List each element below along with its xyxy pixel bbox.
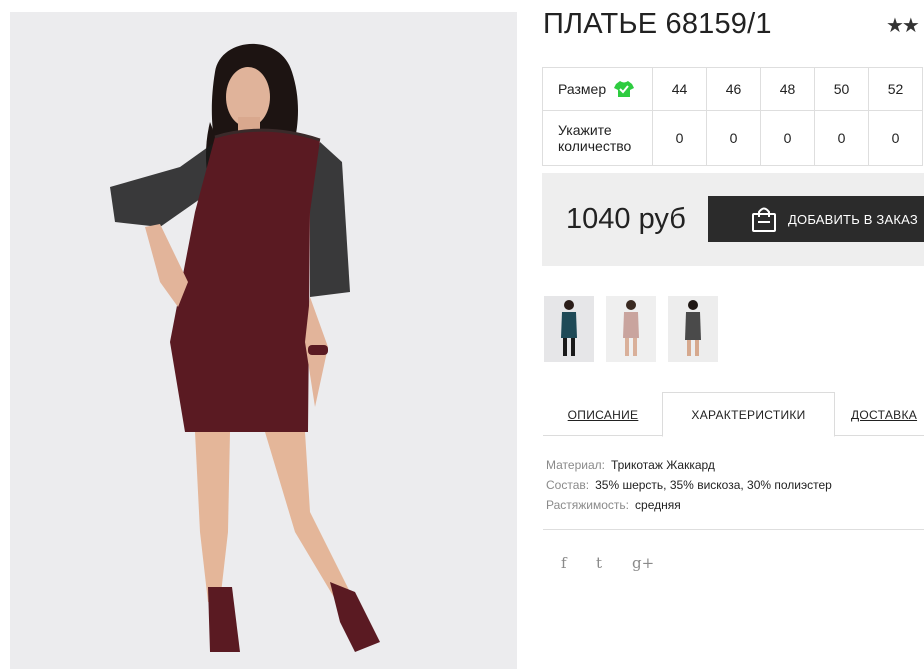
thumbnail-beige-dress[interactable] — [606, 296, 656, 362]
spec-composition: Состав: 35% шерсть, 35% вискоза, 30% поли… — [546, 475, 832, 495]
thumbnail-beige-image — [606, 296, 656, 362]
quantity-input-52[interactable]: 0 — [868, 110, 923, 166]
size-46: 46 — [706, 67, 761, 111]
size-50: 50 — [814, 67, 869, 111]
size-table: Размер 44 46 48 50 52 Укажите количество… — [542, 67, 923, 166]
thumbnail-grey-dress[interactable] — [668, 296, 718, 362]
quantity-input-48[interactable]: 0 — [760, 110, 815, 166]
product-tabs: ОПИСАНИЕ ХАРАКТЕРИСТИКИ ДОСТАВКА — [543, 392, 924, 437]
thumbnail-grey-image — [668, 296, 718, 362]
spec-composition-label: Состав: — [546, 478, 590, 492]
quantity-header-cell: Укажите количество — [542, 110, 653, 166]
tab-description-label: ОПИСАНИЕ — [567, 407, 639, 422]
size-row: Размер 44 46 48 50 52 — [542, 67, 923, 111]
spec-stretch-label: Растяжимость: — [546, 498, 630, 512]
spec-stretch-value: средняя — [635, 498, 681, 512]
size-chart-icon[interactable] — [614, 80, 635, 98]
spec-material-value: Трикотаж Жаккард — [610, 458, 715, 472]
quantity-row: Укажите количество 0 0 0 0 0 — [542, 110, 923, 166]
size-header-cell: Размер — [542, 67, 653, 111]
spec-material: Материал: Трикотаж Жаккард — [546, 455, 832, 475]
section-divider — [543, 529, 924, 530]
quantity-label-line2: количество — [558, 138, 632, 154]
googleplus-icon[interactable]: g+ — [632, 554, 654, 572]
thumbnail-blue-dress[interactable] — [544, 296, 594, 362]
quantity-input-46[interactable]: 0 — [706, 110, 761, 166]
quantity-input-44[interactable]: 0 — [652, 110, 707, 166]
tab-delivery-label: ДОСТАВКА — [851, 407, 918, 422]
size-44: 44 — [652, 67, 707, 111]
price-value: 1040 руб — [566, 203, 686, 235]
add-to-order-button[interactable]: ДОБАВИТЬ В ЗАКАЗ — [708, 196, 924, 242]
tab-delivery[interactable]: ДОСТАВКА — [851, 392, 924, 437]
spec-composition-value: 35% шерсть, 35% вискоза, 30% полиэстер — [595, 478, 832, 492]
size-label: Размер — [558, 81, 607, 97]
main-product-photo[interactable] — [10, 12, 517, 669]
dress-illustration — [10, 12, 517, 669]
spec-material-label: Материал: — [546, 458, 605, 472]
tab-characteristics-label: ХАРАКТЕРИСТИКИ — [691, 407, 806, 422]
product-title: ПЛАТЬЕ 68159/1 — [543, 8, 772, 40]
tab-characteristics[interactable]: ХАРАКТЕРИСТИКИ — [662, 392, 835, 437]
thumbnail-blue-image — [544, 296, 594, 362]
add-to-order-label: ДОБАВИТЬ В ЗАКАЗ — [788, 211, 918, 227]
size-52: 52 — [868, 67, 923, 111]
quantity-label-line1: Укажите — [558, 122, 612, 138]
twitter-icon[interactable]: t — [596, 554, 602, 572]
price-block: 1040 руб ДОБАВИТЬ В ЗАКАЗ — [542, 173, 924, 266]
size-48: 48 — [760, 67, 815, 111]
shopping-bag-icon — [752, 207, 776, 232]
spec-stretch: Растяжимость: средняя — [546, 495, 832, 515]
characteristics-list: Материал: Трикотаж Жаккард Состав: 35% шер… — [546, 455, 832, 515]
tab-description[interactable]: ОПИСАНИЕ — [543, 392, 663, 437]
quantity-input-50[interactable]: 0 — [814, 110, 869, 166]
rating-stars[interactable]: ★★ — [886, 13, 920, 38]
facebook-icon[interactable]: f — [561, 554, 567, 572]
